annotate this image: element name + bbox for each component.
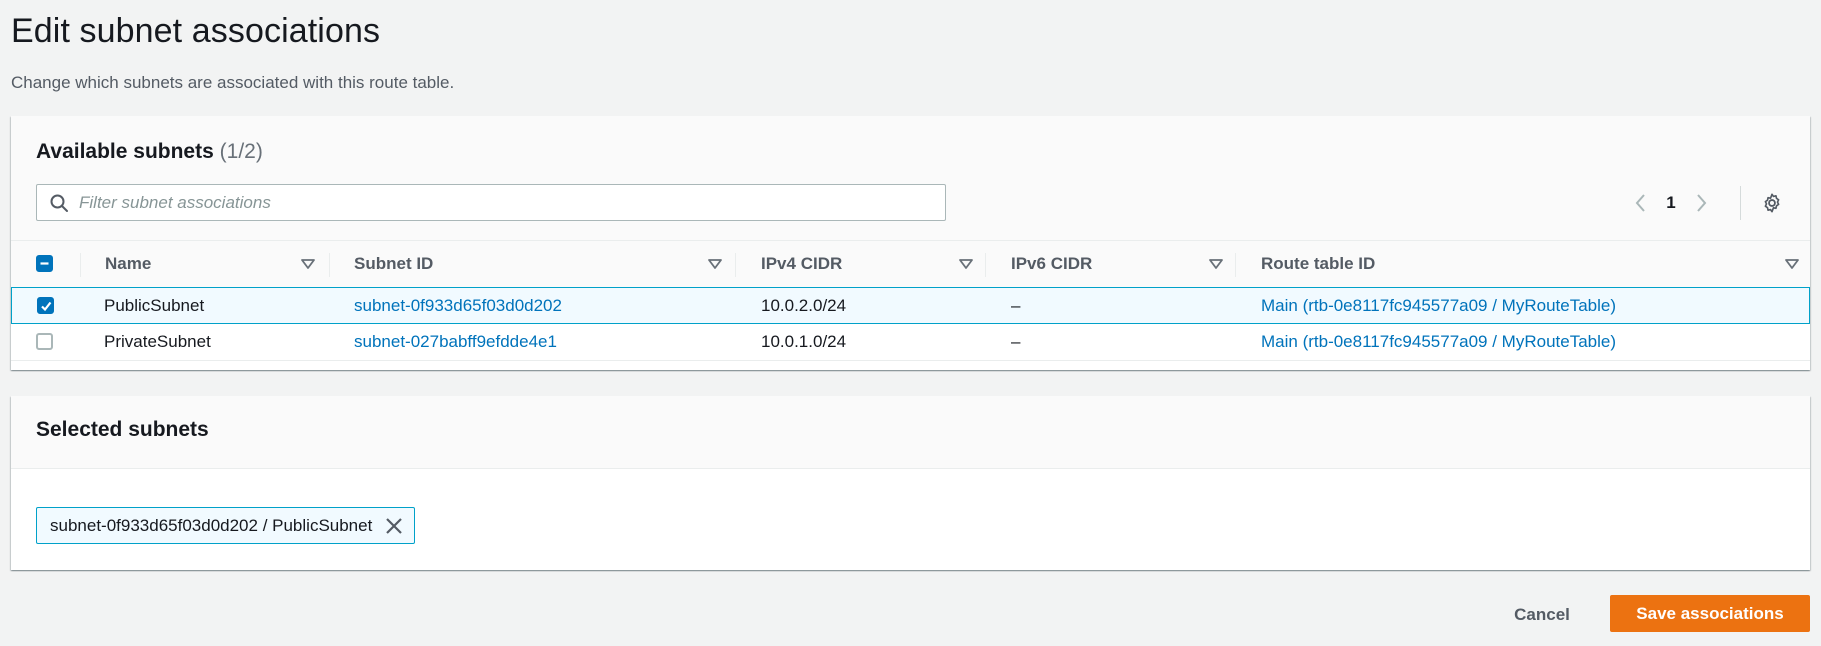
cell-name: PrivateSubnet	[104, 331, 211, 351]
chevron-right-icon	[1697, 194, 1707, 212]
available-subnets-count: (1/2)	[219, 140, 263, 163]
select-all-checkbox[interactable]	[36, 255, 53, 272]
page-number[interactable]: 1	[1656, 193, 1686, 213]
table-row[interactable]: PrivateSubnet subnet-027babff9efdde4e1 1…	[11, 324, 1810, 361]
column-header-label: IPv4 CIDR	[761, 254, 843, 273]
selected-subnets-title: Selected subnets	[36, 418, 209, 441]
cell-subnet-id-link[interactable]: subnet-027babff9efdde4e1	[354, 324, 557, 359]
column-header-label: Subnet ID	[354, 254, 434, 273]
column-header-ipv4-cidr[interactable]: IPv4 CIDR	[761, 241, 973, 287]
page-description: Change which subnets are associated with…	[11, 73, 455, 92]
next-page-button[interactable]	[1686, 188, 1716, 218]
preferences-button[interactable]	[1759, 190, 1785, 216]
row-checkbox[interactable]	[37, 297, 54, 314]
search-icon	[50, 194, 68, 212]
column-divider	[735, 253, 736, 277]
sort-icon	[1785, 259, 1799, 269]
pagination: 1	[1626, 188, 1716, 218]
available-subnets-panel: Available subnets (1/2) 1	[11, 116, 1810, 370]
remove-token-button[interactable]	[380, 512, 408, 540]
sort-icon	[301, 259, 315, 269]
selected-subnets-panel: Selected subnets subnet-0f933d65f03d0d20…	[11, 396, 1810, 570]
column-header-label: IPv6 CIDR	[1011, 254, 1093, 273]
pager-divider	[1740, 186, 1741, 220]
sort-icon	[1209, 259, 1223, 269]
cell-route-table-link[interactable]: Main (rtb-0e8117fc945577a09 / MyRouteTab…	[1261, 324, 1616, 359]
filter-input[interactable]	[79, 192, 929, 213]
token-label: subnet-0f933d65f03d0d202 / PublicSubnet	[50, 515, 373, 535]
save-associations-button[interactable]: Save associations	[1610, 595, 1810, 632]
row-checkbox[interactable]	[36, 333, 53, 350]
available-subnets-title-text: Available subnets	[36, 140, 214, 163]
column-header-name[interactable]: Name	[105, 241, 315, 287]
page-title: Edit subnet associations	[11, 12, 381, 50]
column-divider	[80, 253, 81, 277]
indeterminate-icon	[40, 262, 49, 265]
chevron-left-icon	[1635, 194, 1645, 212]
available-subnets-title: Available subnets (1/2)	[36, 140, 263, 164]
filter-box[interactable]	[36, 184, 946, 221]
selected-subnets-header: Selected subnets	[11, 396, 1810, 469]
available-subnets-header: Available subnets (1/2) 1	[11, 116, 1810, 240]
table-header: Name Subnet ID IPv4 CIDR IPv6 CIDR Route…	[11, 240, 1810, 288]
cell-route-table-link[interactable]: Main (rtb-0e8117fc945577a09 / MyRouteTab…	[1261, 288, 1616, 323]
column-header-ipv6-cidr[interactable]: IPv6 CIDR	[1011, 241, 1223, 287]
previous-page-button[interactable]	[1626, 188, 1656, 218]
cell-ipv4-cidr: 10.0.2.0/24	[761, 295, 847, 315]
sort-icon	[959, 259, 973, 269]
column-header-label: Route table ID	[1261, 254, 1376, 273]
cell-name: PublicSubnet	[104, 295, 205, 315]
cell-ipv4-cidr: 10.0.1.0/24	[761, 331, 847, 351]
column-header-route-table-id[interactable]: Route table ID	[1261, 241, 1801, 287]
table-row[interactable]: PublicSubnet subnet-0f933d65f03d0d202 10…	[11, 287, 1810, 324]
column-divider	[329, 253, 330, 277]
checkmark-icon	[40, 301, 51, 311]
cell-subnet-id-link[interactable]: subnet-0f933d65f03d0d202	[354, 288, 562, 323]
close-icon	[386, 517, 403, 534]
selected-subnet-token: subnet-0f933d65f03d0d202 / PublicSubnet	[36, 507, 416, 544]
column-divider	[1235, 253, 1236, 277]
gear-icon	[1764, 193, 1780, 213]
column-divider	[985, 253, 986, 277]
sort-icon	[708, 259, 722, 269]
column-header-label: Name	[105, 254, 152, 273]
column-header-subnet-id[interactable]: Subnet ID	[354, 241, 724, 287]
cancel-button[interactable]: Cancel	[1500, 598, 1584, 632]
cell-ipv6-cidr: –	[1011, 331, 1021, 351]
cell-ipv6-cidr: –	[1011, 295, 1021, 315]
